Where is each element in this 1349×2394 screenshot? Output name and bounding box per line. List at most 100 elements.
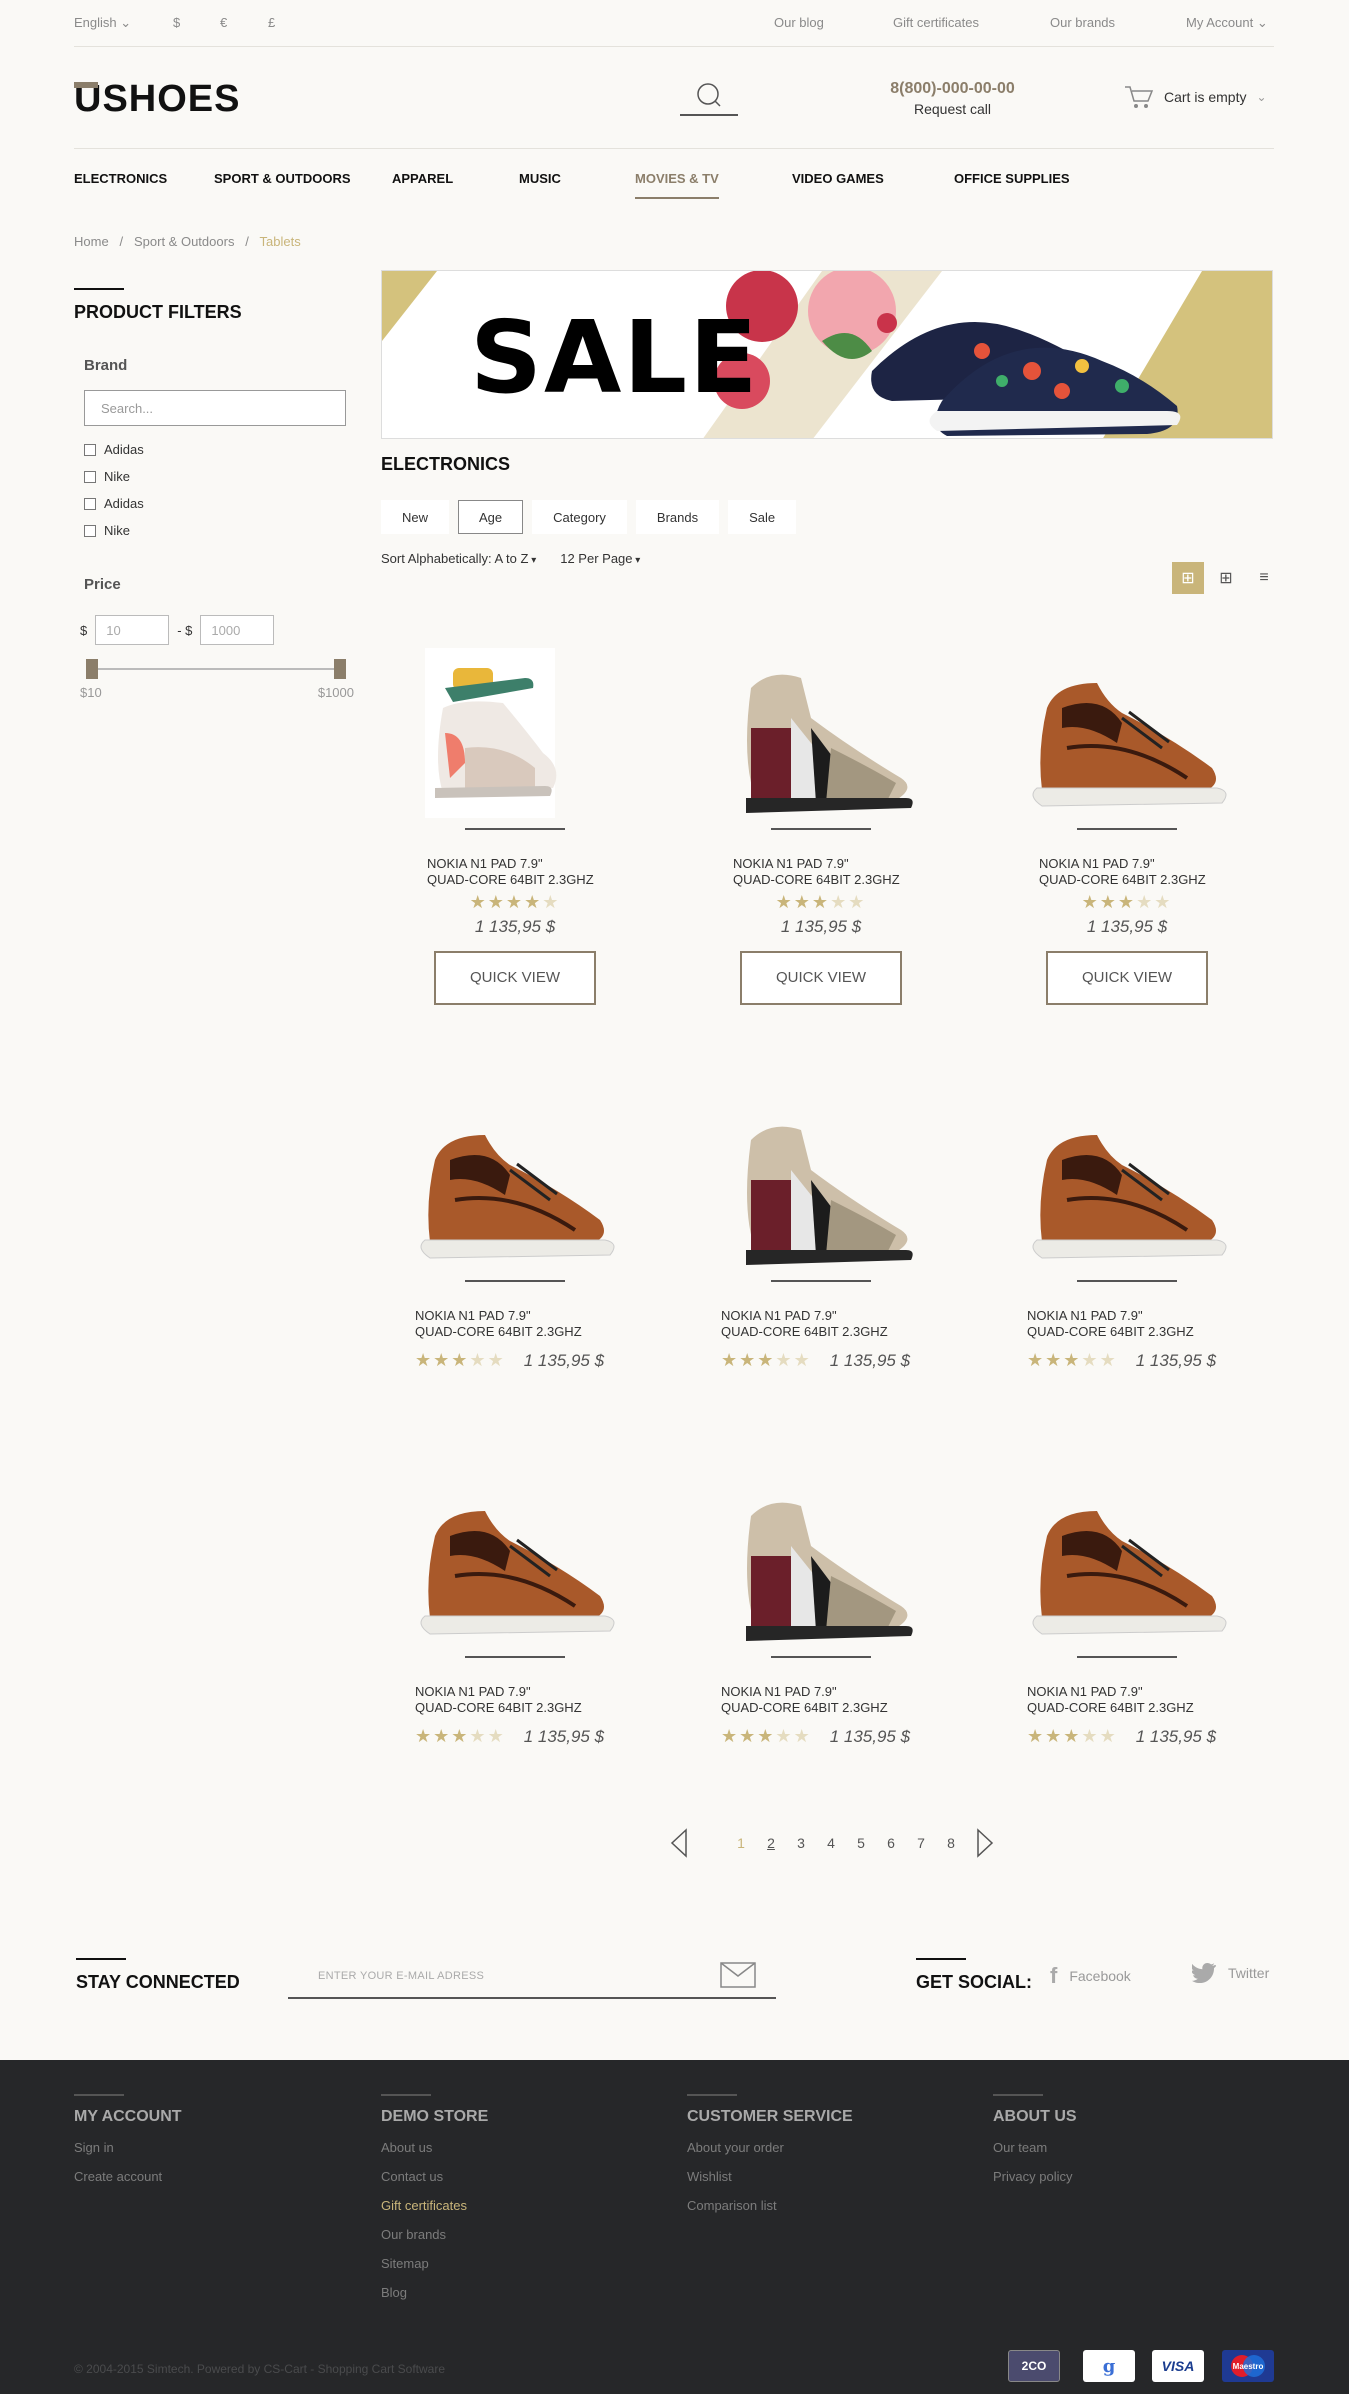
request-call-link[interactable]: Request call — [870, 101, 1035, 117]
breadcrumb-home[interactable]: Home — [74, 234, 109, 249]
product-image-wrap[interactable] — [1017, 648, 1237, 818]
product-image[interactable] — [1017, 648, 1237, 818]
footer-link[interactable]: Our team — [993, 2140, 1077, 2155]
currency-gbp[interactable]: £ — [268, 15, 275, 30]
currency-eur[interactable]: € — [220, 15, 227, 30]
product-image[interactable] — [1017, 1476, 1237, 1646]
product-card[interactable]: NOKIA N1 PAD 7.9" QUAD-CORE 64BIT 2.3GHZ ★… — [1007, 648, 1247, 1005]
product-image[interactable] — [711, 1100, 931, 1270]
checkbox[interactable] — [84, 443, 96, 456]
product-image[interactable] — [1017, 1100, 1237, 1270]
product-image-wrap[interactable] — [711, 648, 931, 818]
next-page-icon[interactable] — [972, 1828, 996, 1858]
product-name[interactable]: NOKIA N1 PAD 7.9" QUAD-CORE 64BIT 2.3GHZ — [1007, 1684, 1247, 1716]
quick-view-button[interactable]: QUICK VIEW — [1046, 951, 1208, 1005]
page-4[interactable]: 4 — [816, 1835, 846, 1851]
brand-checkbox-nike[interactable]: Nike — [84, 463, 364, 490]
footer-link[interactable]: Comparison list — [687, 2198, 853, 2213]
link-our-blog[interactable]: Our blog — [774, 15, 824, 30]
checkbox[interactable] — [84, 497, 96, 510]
sort-dropdown[interactable]: Sort Alphabetically: A to Z — [381, 551, 536, 566]
tab-category[interactable]: Category — [532, 500, 627, 534]
link-gift-certificates[interactable]: Gift certificates — [893, 15, 979, 30]
brand-checkbox-adidas[interactable]: Adidas — [84, 436, 364, 463]
brand-checkbox-adidas-2[interactable]: Adidas — [84, 490, 364, 517]
footer-link[interactable]: About us — [381, 2140, 488, 2155]
tab-sale[interactable]: Sale — [728, 500, 797, 534]
price-max-input[interactable]: 1000 — [200, 615, 275, 645]
checkbox[interactable] — [84, 470, 96, 483]
language-selector[interactable]: English ⌄ — [74, 15, 131, 31]
product-image[interactable] — [711, 1476, 931, 1646]
footer-link[interactable]: Contact us — [381, 2169, 488, 2184]
product-card[interactable]: NOKIA N1 PAD 7.9" QUAD-CORE 64BIT 2.3GHZ ★… — [395, 1100, 635, 1371]
page-2[interactable]: 2 — [756, 1835, 786, 1851]
product-card[interactable]: NOKIA N1 PAD 7.9" QUAD-CORE 64BIT 2.3GHZ ★… — [1007, 1476, 1247, 1747]
product-image-wrap[interactable] — [405, 648, 625, 818]
page-8[interactable]: 8 — [936, 1835, 966, 1851]
tab-age[interactable]: Age — [458, 500, 524, 534]
product-card[interactable]: NOKIA N1 PAD 7.9" QUAD-CORE 64BIT 2.3GHZ ★… — [1007, 1100, 1247, 1371]
product-image-wrap[interactable] — [405, 1100, 625, 1270]
footer-link[interactable]: Privacy policy — [993, 2169, 1077, 2184]
product-name[interactable]: NOKIA N1 PAD 7.9" QUAD-CORE 64BIT 2.3GHZ — [395, 1684, 635, 1716]
menu-movies-tv[interactable]: MOVIES & TV — [635, 171, 719, 199]
product-name[interactable]: NOKIA N1 PAD 7.9" QUAD-CORE 64BIT 2.3GHZ — [701, 1308, 941, 1340]
grid-view-icon[interactable]: ⊞ — [1172, 562, 1204, 594]
footer-link[interactable]: Sitemap — [381, 2256, 488, 2271]
menu-apparel[interactable]: APPAREL — [392, 171, 453, 186]
menu-electronics[interactable]: ELECTRONICS — [74, 171, 167, 186]
product-image-wrap[interactable] — [1017, 1100, 1237, 1270]
checkbox[interactable] — [84, 524, 96, 537]
product-name[interactable]: NOKIA N1 PAD 7.9" QUAD-CORE 64BIT 2.3GHZ — [701, 856, 941, 888]
product-card[interactable]: NOKIA N1 PAD 7.9" QUAD-CORE 64BIT 2.3GHZ ★… — [395, 1476, 635, 1747]
product-image[interactable] — [405, 648, 625, 818]
per-page-dropdown[interactable]: 12 Per Page — [560, 551, 640, 566]
menu-sport-outdoors[interactable]: SPORT & OUTDOORS — [214, 171, 351, 186]
page-7[interactable]: 7 — [906, 1835, 936, 1851]
page-5[interactable]: 5 — [846, 1835, 876, 1851]
currency-usd[interactable]: $ — [173, 15, 180, 30]
product-image-wrap[interactable] — [711, 1100, 931, 1270]
prev-page-icon[interactable] — [668, 1828, 692, 1858]
quick-view-button[interactable]: QUICK VIEW — [740, 951, 902, 1005]
brand-checkbox-nike-2[interactable]: Nike — [84, 517, 364, 544]
page-1[interactable]: 1 — [726, 1835, 756, 1851]
product-name[interactable]: NOKIA N1 PAD 7.9" QUAD-CORE 64BIT 2.3GHZ — [1007, 1308, 1247, 1340]
page-6[interactable]: 6 — [876, 1835, 906, 1851]
slider-min-handle[interactable] — [86, 659, 98, 679]
cart-widget[interactable]: Cart is empty ⌄ — [1124, 84, 1267, 110]
product-name[interactable]: NOKIA N1 PAD 7.9" QUAD-CORE 64BIT 2.3GHZ — [395, 856, 635, 888]
newsletter-email-input[interactable]: ENTER YOUR E-MAIL ADRESS — [288, 1954, 776, 1999]
footer-link[interactable]: Gift certificates — [381, 2198, 488, 2213]
sale-banner[interactable]: SALE — [381, 270, 1273, 439]
menu-office-supplies[interactable]: OFFICE SUPPLIES — [954, 171, 1070, 186]
twitter-link[interactable]: Twitter — [1192, 1963, 1269, 1983]
product-name[interactable]: NOKIA N1 PAD 7.9" QUAD-CORE 64BIT 2.3GHZ — [1007, 856, 1247, 888]
menu-video-games[interactable]: VIDEO GAMES — [792, 171, 884, 186]
brand-search-input[interactable]: Search... — [84, 390, 346, 426]
list-view-icon[interactable]: ≡ — [1248, 562, 1280, 594]
link-our-brands[interactable]: Our brands — [1050, 15, 1115, 30]
footer-link[interactable]: Our brands — [381, 2227, 488, 2242]
price-slider[interactable] — [86, 659, 346, 679]
footer-link[interactable]: About your order — [687, 2140, 853, 2155]
product-name[interactable]: NOKIA N1 PAD 7.9" QUAD-CORE 64BIT 2.3GHZ — [701, 1684, 941, 1716]
product-image[interactable] — [405, 1100, 625, 1270]
product-image-wrap[interactable] — [405, 1476, 625, 1646]
search-toggle[interactable] — [680, 80, 738, 116]
product-name[interactable]: NOKIA N1 PAD 7.9" QUAD-CORE 64BIT 2.3GHZ — [395, 1308, 635, 1340]
footer-link[interactable]: Sign in — [74, 2140, 182, 2155]
small-grid-view-icon[interactable]: ⊞ — [1210, 562, 1242, 594]
quick-view-button[interactable]: QUICK VIEW — [434, 951, 596, 1005]
tab-new[interactable]: New — [381, 500, 450, 534]
breadcrumb-sport[interactable]: Sport & Outdoors — [134, 234, 234, 249]
footer-link[interactable]: Create account — [74, 2169, 182, 2184]
product-image[interactable] — [405, 1476, 625, 1646]
product-image-wrap[interactable] — [1017, 1476, 1237, 1646]
facebook-link[interactable]: f Facebook — [1050, 1963, 1131, 1989]
product-card[interactable]: NOKIA N1 PAD 7.9" QUAD-CORE 64BIT 2.3GHZ ★… — [701, 1476, 941, 1747]
my-account-menu[interactable]: My Account ⌄ — [1186, 15, 1268, 31]
envelope-icon[interactable] — [720, 1962, 756, 1988]
product-image[interactable] — [711, 648, 931, 818]
